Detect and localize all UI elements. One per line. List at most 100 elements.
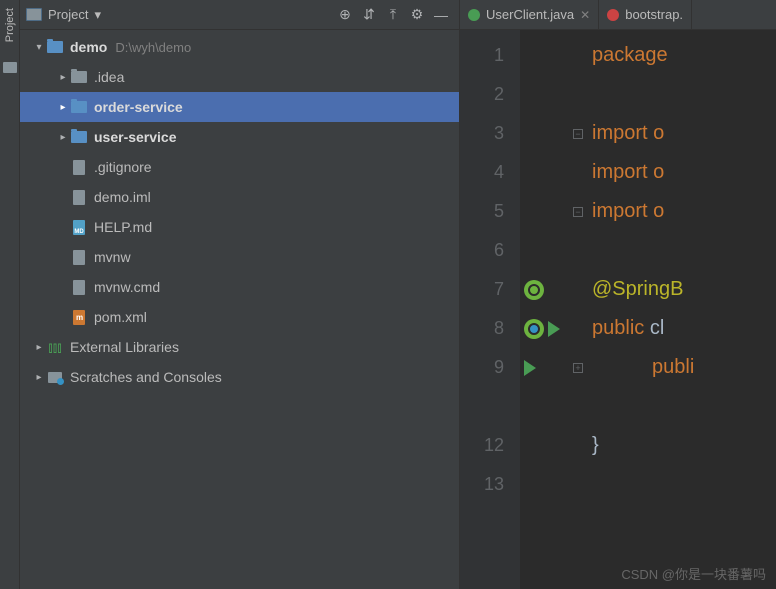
code-text: import o — [592, 161, 664, 183]
tree-item-label: user-service — [94, 129, 177, 145]
tab-label: bootstrap. — [625, 7, 683, 22]
spring-run-icon[interactable] — [524, 319, 544, 339]
tree-item-label: demo.iml — [94, 189, 151, 205]
file-icon — [73, 280, 85, 295]
tab-bootstrap[interactable]: bootstrap. — [599, 0, 692, 29]
tree-item-user-service[interactable]: ▸ user-service — [20, 122, 459, 152]
tree-item-label: order-service — [94, 99, 183, 115]
expand-icon: ▾ — [32, 42, 46, 53]
yml-icon — [607, 9, 619, 21]
line-number: 4 — [460, 153, 520, 192]
fold-icon[interactable]: − — [573, 129, 583, 139]
expand-icon: ▸ — [32, 372, 46, 383]
tree-item-mvnw-cmd[interactable]: mvnw.cmd — [20, 272, 459, 302]
code-text: cl — [650, 317, 664, 339]
tree-item-idea[interactable]: ▸ .idea — [20, 62, 459, 92]
code-text: publi — [652, 356, 694, 378]
file-icon — [73, 190, 85, 205]
tree-item-label: .gitignore — [94, 159, 152, 175]
code-text: package — [592, 44, 668, 66]
line-number: 9 — [460, 348, 520, 387]
code-editor[interactable]: 1 2 3 4 5 6 7 8 9 12 13 − — [460, 30, 776, 589]
line-number: 1 — [460, 36, 520, 75]
scratches-icon — [48, 372, 62, 383]
settings-button[interactable]: ⚙ — [405, 3, 429, 27]
project-tree: ▾ demo D:\wyh\demo ▸ .idea ▸ order-servi… — [20, 30, 459, 589]
module-icon — [71, 131, 87, 143]
tree-item-mvnw[interactable]: mvnw — [20, 242, 459, 272]
line-number: 6 — [460, 231, 520, 270]
expand-icon: ▸ — [56, 132, 70, 143]
file-icon — [73, 160, 85, 175]
hide-button[interactable]: — — [429, 3, 453, 27]
tree-item-external-libs[interactable]: ▸ ⫾⫾⫾ External Libraries — [20, 332, 459, 362]
tree-item-iml[interactable]: demo.iml — [20, 182, 459, 212]
tree-item-label: HELP.md — [94, 219, 152, 235]
line-number: 8 — [460, 309, 520, 348]
root-name: demo — [70, 39, 107, 55]
module-icon — [47, 41, 63, 53]
project-view-selector[interactable]: Project ▾ — [26, 7, 101, 23]
maven-icon: m — [73, 310, 85, 325]
line-number-gutter: 1 2 3 4 5 6 7 8 9 12 13 — [460, 30, 520, 589]
library-icon: ⫾⫾⫾ — [46, 340, 64, 355]
spring-icon[interactable] — [524, 280, 544, 300]
tree-item-label: mvnw — [94, 249, 131, 265]
tab-userclient[interactable]: UserClient.java ✕ — [460, 0, 599, 29]
expand-icon: ▸ — [56, 102, 70, 113]
fold-gutter: − − + — [572, 30, 584, 589]
line-number: 13 — [460, 465, 520, 504]
collapse-all-button[interactable]: ⤒ — [381, 3, 405, 27]
tree-item-scratches[interactable]: ▸ Scratches and Consoles — [20, 362, 459, 392]
project-icon — [26, 8, 42, 21]
line-number: 12 — [460, 426, 520, 465]
watermark: CSDN @你是一块番薯吗 — [621, 564, 766, 583]
gutter-icons — [520, 30, 572, 589]
line-number: 5 — [460, 192, 520, 231]
line-number — [460, 387, 520, 426]
code-text: } — [592, 434, 599, 456]
editor-tabs: UserClient.java ✕ bootstrap. — [460, 0, 776, 30]
select-opened-file-button[interactable]: ⊕ — [333, 3, 357, 27]
tree-item-pom[interactable]: m pom.xml — [20, 302, 459, 332]
structure-tool-icon[interactable] — [3, 62, 17, 73]
project-header-title: Project — [48, 7, 88, 22]
run-icon[interactable] — [548, 321, 560, 337]
project-tool-label[interactable]: Project — [4, 8, 16, 42]
md-icon: MD — [73, 220, 85, 235]
tab-label: UserClient.java — [486, 7, 574, 22]
code-area[interactable]: package import o import o import o @Spri… — [584, 30, 776, 589]
tree-item-order-service[interactable]: ▸ order-service — [20, 92, 459, 122]
tree-item-label: pom.xml — [94, 309, 147, 325]
module-icon — [71, 101, 87, 113]
root-path: D:\wyh\demo — [115, 40, 191, 55]
run-icon[interactable] — [524, 360, 536, 376]
tree-item-label: .idea — [94, 69, 124, 85]
close-tab-icon[interactable]: ✕ — [580, 8, 590, 22]
code-text: @SpringB — [592, 278, 683, 300]
expand-all-button[interactable]: ⇵ — [357, 3, 381, 27]
tree-item-label: mvnw.cmd — [94, 279, 160, 295]
project-panel: Project ▾ ⊕ ⇵ ⤒ ⚙ — ▾ demo D:\wyh\demo ▸… — [20, 0, 460, 589]
code-text: import o — [592, 200, 664, 222]
code-text: public — [592, 317, 650, 339]
expand-icon: ▸ — [32, 342, 46, 353]
tree-item-label: Scratches and Consoles — [70, 369, 222, 385]
dropdown-icon: ▾ — [94, 7, 101, 23]
tree-item-help[interactable]: MD HELP.md — [20, 212, 459, 242]
editor-panel: UserClient.java ✕ bootstrap. 1 2 3 4 5 6… — [460, 0, 776, 589]
line-number: 7 — [460, 270, 520, 309]
tree-item-label: External Libraries — [70, 339, 179, 355]
expand-icon: ▸ — [56, 72, 70, 83]
tool-window-stripe: Project — [0, 0, 20, 589]
project-header: Project ▾ ⊕ ⇵ ⤒ ⚙ — — [20, 0, 459, 30]
tree-root[interactable]: ▾ demo D:\wyh\demo — [20, 32, 459, 62]
fold-icon[interactable]: + — [573, 363, 583, 373]
tree-item-gitignore[interactable]: .gitignore — [20, 152, 459, 182]
folder-icon — [71, 71, 87, 83]
code-text: import o — [592, 122, 664, 144]
fold-icon[interactable]: − — [573, 207, 583, 217]
line-number: 2 — [460, 75, 520, 114]
sh-icon — [73, 250, 85, 265]
java-interface-icon — [468, 9, 480, 21]
